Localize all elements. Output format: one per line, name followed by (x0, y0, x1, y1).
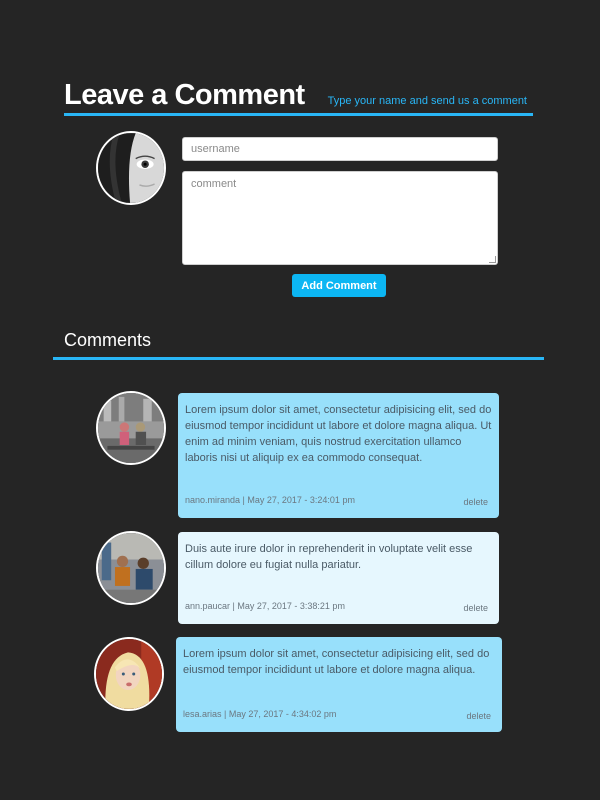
user-avatar-photo-icon (98, 133, 164, 203)
current-user-avatar (96, 131, 166, 205)
delete-comment-link[interactable]: delete (463, 600, 488, 616)
commenter-avatar (94, 637, 164, 711)
add-comment-button[interactable]: Add Comment (292, 274, 386, 297)
commenter-avatar-photo-icon (98, 393, 164, 463)
delete-comment-link[interactable]: delete (466, 708, 491, 724)
comment-card: Lorem ipsum dolor sit amet, consectetur … (176, 637, 502, 732)
header-divider (64, 113, 533, 116)
textarea-resize-handle-icon[interactable] (489, 256, 496, 263)
comment-meta: lesa.arias | May 27, 2017 - 4:34:02 pm (183, 709, 337, 719)
commenter-avatar-photo-icon (96, 639, 162, 709)
commenter-avatar-photo-icon (98, 533, 164, 603)
comment-card: Duis aute irure dolor in reprehenderit i… (178, 532, 499, 624)
comment-text: Lorem ipsum dolor sit amet, consectetur … (183, 648, 490, 676)
username-input[interactable] (182, 137, 498, 161)
comment-textarea[interactable] (182, 171, 498, 265)
comment-text: Duis aute irure dolor in reprehenderit i… (185, 543, 473, 571)
delete-comment-link[interactable]: delete (463, 494, 488, 510)
page-subtitle: Type your name and send us a comment (327, 95, 527, 107)
page-title: Leave a Comment (64, 79, 305, 111)
comment-text: Lorem ipsum dolor sit amet, consectetur … (185, 404, 492, 464)
comment-card: Lorem ipsum dolor sit amet, consectetur … (178, 393, 499, 518)
commenter-avatar (96, 531, 166, 605)
comments-divider (53, 357, 544, 360)
commenter-avatar (96, 391, 166, 465)
comment-meta: nano.miranda | May 27, 2017 - 3:24:01 pm (185, 495, 355, 505)
comments-heading: Comments (64, 330, 152, 350)
comment-meta: ann.paucar | May 27, 2017 - 3:38:21 pm (185, 601, 345, 611)
